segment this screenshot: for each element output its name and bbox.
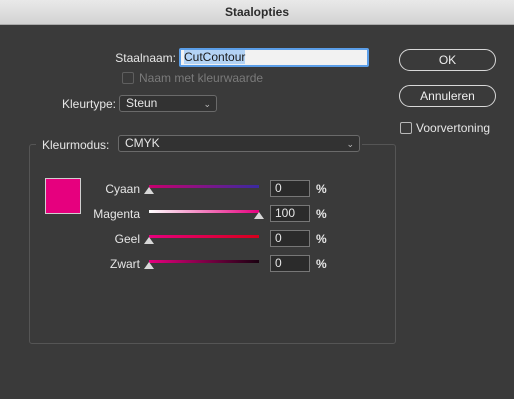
cyan-value-input[interactable]: 0 [270, 180, 310, 197]
magenta-slider-thumb[interactable] [254, 212, 264, 219]
cyan-slider[interactable] [144, 183, 259, 194]
color-type-label: Kleurtype: [61, 97, 116, 111]
black-value-input[interactable]: 0 [270, 255, 310, 272]
black-slider-track [149, 260, 259, 263]
yellow-percent-label: % [316, 232, 327, 246]
swatch-name-value: CutContour [184, 50, 246, 64]
black-slider[interactable] [144, 258, 259, 269]
yellow-slider[interactable] [144, 233, 259, 244]
swatch-name-label: Staalnaam: [115, 51, 176, 65]
cyan-slider-track [149, 185, 259, 188]
window-title: Staalopties [0, 0, 514, 25]
black-label: Zwart [110, 257, 140, 271]
color-mode-select[interactable]: CMYK ⌄ [118, 135, 360, 152]
name-by-value-label: Naam met kleurwaarde [139, 71, 264, 85]
yellow-value-input[interactable]: 0 [270, 230, 310, 247]
yellow-slider-track [149, 235, 259, 238]
yellow-slider-thumb[interactable] [144, 237, 154, 244]
swatch-name-input[interactable]: CutContour [179, 48, 369, 67]
magenta-slider-track [149, 210, 259, 213]
cyan-slider-thumb[interactable] [144, 187, 154, 194]
black-percent-label: % [316, 257, 327, 271]
cyan-percent-label: % [316, 182, 327, 196]
magenta-percent-label: % [316, 207, 327, 221]
chevron-down-icon: ⌄ [346, 139, 354, 149]
yellow-label: Geel [114, 232, 140, 246]
color-type-value: Steun [126, 96, 158, 110]
cancel-button[interactable]: Annuleren [399, 85, 496, 107]
black-slider-thumb[interactable] [144, 262, 154, 269]
chevron-down-icon: ⌄ [203, 99, 211, 109]
color-swatch-preview [45, 178, 81, 214]
preview-checkbox[interactable] [400, 122, 412, 134]
magenta-slider[interactable] [149, 208, 264, 219]
magenta-label: Magenta [93, 207, 140, 221]
color-mode-label: Kleurmodus: [42, 138, 110, 152]
ok-button[interactable]: OK [399, 49, 496, 71]
name-by-value-checkbox[interactable] [122, 72, 134, 84]
magenta-value-input[interactable]: 100 [270, 205, 310, 222]
color-mode-value: CMYK [125, 136, 160, 150]
preview-label: Voorvertoning [416, 121, 491, 135]
color-type-select[interactable]: Steun ⌄ [119, 95, 217, 112]
cyan-label: Cyaan [105, 182, 140, 196]
